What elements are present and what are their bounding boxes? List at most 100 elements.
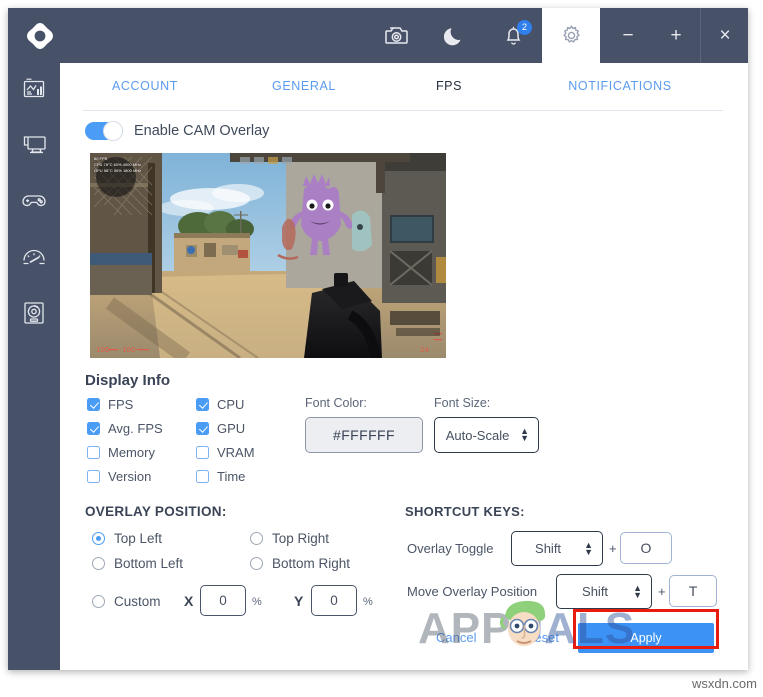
window-controls: − + × — [604, 8, 748, 63]
radio-row-bottom-left[interactable]: Bottom Left — [92, 556, 183, 571]
overlay-toggle-modifier-value: Shift — [535, 541, 562, 556]
custom-x-unit: % — [252, 596, 262, 608]
checkbox-avg-fps[interactable] — [87, 422, 100, 435]
custom-y-input[interactable]: 0 — [311, 585, 357, 616]
checkbox-label-cpu: CPU — [217, 397, 245, 412]
checkbox-time[interactable] — [196, 470, 209, 483]
disc-icon — [23, 301, 45, 330]
nzxt-cam-logo-icon — [26, 22, 54, 50]
gamepad-icon — [21, 191, 47, 216]
tab-notifications[interactable]: NOTIFICATIONS — [520, 79, 720, 93]
watermark-site: wsxdn.com — [691, 676, 757, 691]
preview-overlay-text: 60 FPS CPU 78°C 60% 4000 MHz GPU 58°C 50… — [94, 156, 141, 174]
radio-bottom-left[interactable] — [92, 557, 105, 570]
radio-row-top-right[interactable]: Top Right — [250, 531, 329, 546]
radio-row-bottom-right[interactable]: Bottom Right — [250, 556, 350, 571]
checkbox-label-memory: Memory — [108, 445, 155, 460]
radio-bottom-right[interactable] — [250, 557, 263, 570]
monitor-icon — [22, 134, 47, 161]
font-color-input[interactable]: #FFFFFF — [305, 417, 423, 453]
checkbox-row-fps[interactable]: FPS — [87, 397, 133, 412]
checkbox-row-version[interactable]: Version — [87, 469, 151, 484]
enable-cam-overlay-toggle[interactable] — [85, 121, 123, 141]
checkbox-vram[interactable] — [196, 446, 209, 459]
checkbox-version[interactable] — [87, 470, 100, 483]
overlay-toggle-key-input[interactable]: O — [620, 532, 672, 564]
chevron-updown-icon: ▲ ▼ — [633, 582, 642, 600]
preview-overlay-line-gpu: GPU 58°C 50% 1800 MHz — [94, 168, 142, 173]
radio-top-right[interactable] — [250, 532, 263, 545]
settings-tabs: ACCOUNT GENERAL FPS NOTIFICATIONS — [60, 63, 748, 109]
checkbox-row-vram[interactable]: VRAM — [196, 445, 255, 460]
checkbox-label-fps: FPS — [108, 397, 134, 412]
overlay-toggle-modifier-select[interactable]: Shift ▲ ▼ — [511, 531, 603, 566]
bell-icon[interactable]: 2 — [484, 8, 542, 63]
display-info-heading: Display Info — [85, 372, 171, 389]
title-bar: 2 − + × — [8, 8, 748, 63]
radio-row-custom[interactable]: Custom — [92, 594, 161, 609]
shortcut-label-overlay-toggle: Overlay Toggle — [407, 541, 494, 556]
custom-y-label: Y — [294, 593, 304, 609]
checkbox-row-cpu[interactable]: CPU — [196, 397, 244, 412]
move-overlay-modifier-select[interactable]: Shift ▲ ▼ — [556, 574, 652, 609]
checkbox-row-time[interactable]: Time — [196, 469, 245, 484]
tab-general[interactable]: GENERAL — [230, 79, 378, 93]
checkbox-gpu[interactable] — [196, 422, 209, 435]
font-size-label: Font Size: — [434, 396, 491, 410]
font-color-label: Font Color: — [305, 396, 367, 410]
close-button[interactable]: × — [701, 8, 748, 63]
overlay-preview-image: 100 100 24 60 FPS CPU 78°C 60% 4000 MHz … — [90, 153, 446, 358]
checkbox-label-avg-fps: Avg. FPS — [108, 421, 163, 436]
radio-row-top-left[interactable]: Top Left — [92, 531, 162, 546]
shortcut-keys-heading: SHORTCUT KEYS: — [405, 504, 525, 519]
tabs-divider — [83, 110, 723, 111]
apply-button[interactable]: Apply — [578, 623, 714, 653]
maximize-button[interactable]: + — [652, 8, 700, 63]
custom-x-label: X — [184, 593, 194, 609]
shortcut-plus-2: + — [658, 584, 666, 599]
svg-text:24: 24 — [420, 346, 429, 354]
dashboard-icon — [22, 78, 46, 105]
gear-icon[interactable] — [542, 8, 600, 63]
sidebar-item-pc-monitoring[interactable] — [8, 119, 60, 175]
moon-icon[interactable] — [426, 8, 484, 63]
sidebar-item-lighting[interactable] — [8, 287, 60, 343]
move-overlay-key-input[interactable]: T — [669, 575, 717, 607]
cancel-button[interactable]: Cancel — [436, 630, 476, 645]
shortcut-label-move-overlay: Move Overlay Position — [407, 584, 538, 599]
font-size-value: Auto-Scale — [445, 427, 510, 443]
camera-icon[interactable] — [368, 8, 426, 63]
radio-label-top-right: Top Right — [272, 531, 330, 546]
checkbox-label-gpu: GPU — [217, 421, 246, 436]
chevron-updown-icon: ▲ ▼ — [584, 539, 593, 557]
svg-text:100: 100 — [96, 346, 109, 354]
radio-label-custom: Custom — [114, 594, 161, 609]
checkbox-memory[interactable] — [87, 446, 100, 459]
reset-button[interactable]: Reset — [525, 630, 559, 645]
sidebar-item-tuning[interactable] — [8, 231, 60, 287]
font-size-select[interactable]: Auto-Scale ▲ ▼ — [434, 417, 539, 453]
radio-top-left[interactable] — [92, 532, 105, 545]
custom-y-unit: % — [363, 596, 373, 608]
checkbox-label-time: Time — [217, 469, 246, 484]
shortcut-plus-1: + — [609, 541, 617, 556]
checkbox-row-avg-fps[interactable]: Avg. FPS — [87, 421, 163, 436]
checkbox-row-memory[interactable]: Memory — [87, 445, 155, 460]
checkbox-fps[interactable] — [87, 398, 100, 411]
chevron-updown-icon: ▲ ▼ — [520, 426, 529, 443]
sidebar-item-dashboard[interactable] — [8, 63, 60, 119]
overlay-position-heading: OVERLAY POSITION: — [85, 504, 227, 519]
sidebar-item-games[interactable] — [8, 175, 60, 231]
minimize-button[interactable]: − — [604, 8, 652, 63]
titlebar-icon-group: 2 — [368, 8, 600, 63]
checkbox-row-gpu[interactable]: GPU — [196, 421, 245, 436]
tab-fps[interactable]: FPS — [378, 79, 520, 93]
custom-x-input[interactable]: 0 — [200, 585, 246, 616]
tab-account[interactable]: ACCOUNT — [60, 79, 230, 93]
cam-application-window: 2 − + × ACCOUNT GENERAL FPS NOTIFICATION… — [8, 8, 748, 670]
radio-custom[interactable] — [92, 595, 105, 608]
svg-text:100: 100 — [122, 346, 135, 354]
enable-cam-overlay-row[interactable]: Enable CAM Overlay — [85, 121, 269, 141]
speedometer-icon — [21, 247, 47, 272]
checkbox-cpu[interactable] — [196, 398, 209, 411]
